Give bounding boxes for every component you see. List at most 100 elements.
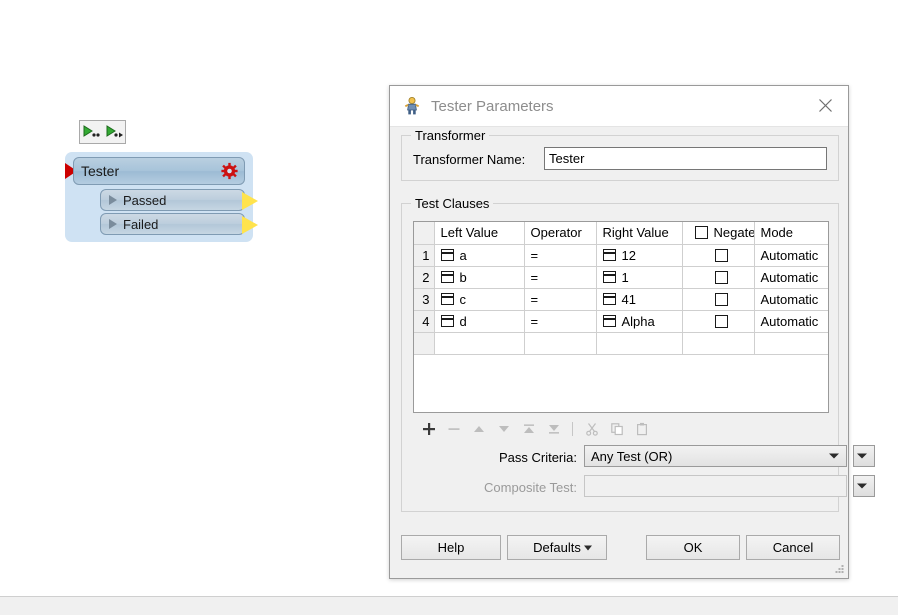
table-row[interactable]: 4 d = Alpha Automatic (414, 310, 828, 333)
move-row-down-button[interactable] (491, 418, 516, 440)
column-header-right-value[interactable]: Right Value (596, 222, 683, 245)
composite-test-label: Composite Test: (484, 480, 577, 495)
attribute-icon (440, 293, 454, 305)
table-row-toolbar[interactable] (416, 418, 816, 440)
row-number: 1 (414, 244, 435, 267)
cell-negate[interactable] (682, 288, 755, 311)
cell-operator[interactable]: = (524, 288, 597, 311)
cell-mode[interactable] (754, 332, 828, 355)
close-icon[interactable] (802, 86, 848, 125)
output-port-passed[interactable]: Passed (100, 189, 258, 211)
tester-parameters-dialog: Tester Parameters Transformer Transforme… (389, 85, 875, 579)
cell-negate[interactable] (682, 266, 755, 289)
run-from-here-icon[interactable] (105, 124, 123, 140)
cell-negate[interactable] (682, 332, 755, 355)
composite-test-menu-button[interactable] (853, 475, 875, 497)
remove-row-button[interactable] (441, 418, 466, 440)
cell-mode[interactable]: Automatic (754, 310, 828, 333)
cell-left-value[interactable]: d (434, 310, 525, 333)
cell-mode[interactable]: Automatic (754, 266, 828, 289)
attribute-icon (602, 315, 616, 327)
node-header[interactable]: Tester (73, 157, 245, 185)
node-hover-toolbar[interactable] (79, 120, 126, 144)
cell-left-value[interactable]: b (434, 266, 525, 289)
move-row-to-bottom-button[interactable] (541, 418, 566, 440)
run-to-here-icon[interactable] (82, 124, 100, 140)
transformer-group: Transformer Transformer Name: (401, 128, 839, 181)
transformer-name-input[interactable] (544, 147, 827, 170)
cell-mode[interactable]: Automatic (754, 244, 828, 267)
negate-select-all-checkbox[interactable] (694, 226, 708, 240)
cell-right-value-text: 1 (621, 269, 629, 285)
defaults-button[interactable]: Defaults (507, 535, 607, 560)
cancel-button[interactable]: Cancel (746, 535, 840, 560)
cell-left-value-text: a (459, 247, 467, 263)
cell-left-value[interactable] (434, 332, 525, 355)
table-row[interactable]: 1 a = 12 Automatic (414, 244, 828, 267)
cell-left-value-text: c (459, 291, 467, 307)
resize-grip-icon[interactable] (833, 563, 845, 575)
table-row[interactable]: 2 b = 1 Automatic (414, 266, 828, 289)
move-row-to-top-button[interactable] (516, 418, 541, 440)
pass-criteria-select[interactable]: Any Test (OR) (584, 445, 847, 467)
chevron-down-icon (584, 545, 592, 550)
attribute-icon (440, 315, 454, 327)
test-clauses-group-title: Test Clauses (411, 196, 494, 211)
cell-negate[interactable] (682, 244, 755, 267)
cell-left-value[interactable]: a (434, 244, 525, 267)
help-button[interactable]: Help (401, 535, 501, 560)
cell-negate[interactable] (682, 310, 755, 333)
transformer-name-label: Transformer Name: (413, 152, 526, 167)
table-row-empty[interactable] (414, 332, 828, 355)
ok-button[interactable]: OK (646, 535, 740, 560)
column-header-negate[interactable]: Negate (682, 222, 755, 245)
column-header-operator[interactable]: Operator (524, 222, 597, 245)
add-row-button[interactable] (416, 418, 441, 440)
transformer-figure-icon (402, 96, 422, 116)
gear-icon[interactable] (221, 162, 238, 180)
cell-operator[interactable]: = (524, 244, 597, 267)
test-clauses-group: Test Clauses Left Value Operator Right V… (401, 196, 875, 512)
cell-operator[interactable]: = (524, 310, 597, 333)
test-clauses-table[interactable]: Left Value Operator Right Value Negate M… (413, 221, 829, 413)
attribute-icon (440, 271, 454, 283)
output-arrow-icon[interactable] (242, 216, 258, 234)
column-header-left-value[interactable]: Left Value (434, 222, 525, 245)
chevron-down-icon (857, 453, 867, 459)
column-header-mode[interactable]: Mode (754, 222, 828, 245)
copy-button[interactable] (604, 418, 629, 440)
cell-right-value[interactable] (596, 332, 683, 355)
negate-checkbox[interactable] (714, 314, 728, 328)
column-header-negate-label: Negate (713, 225, 754, 241)
pass-criteria-menu-button[interactable] (853, 445, 875, 467)
move-row-up-button[interactable] (466, 418, 491, 440)
cell-operator[interactable] (524, 332, 597, 355)
composite-test-input (584, 475, 847, 497)
cell-right-value[interactable]: Alpha (596, 310, 683, 333)
dialog-title: Tester Parameters (431, 97, 554, 115)
cell-mode[interactable]: Automatic (754, 288, 828, 311)
port-triangle-icon (109, 219, 117, 229)
table-row[interactable]: 3 c = 41 Automatic (414, 288, 828, 311)
transformer-node-tester[interactable]: Tester Passed Failed (65, 152, 258, 242)
attribute-icon (602, 271, 616, 283)
cell-left-value[interactable]: c (434, 288, 525, 311)
cut-button[interactable] (579, 418, 604, 440)
dialog-titlebar[interactable]: Tester Parameters (390, 86, 848, 127)
chevron-down-icon (829, 453, 839, 459)
cell-right-value[interactable]: 12 (596, 244, 683, 267)
output-arrow-icon[interactable] (242, 192, 258, 210)
negate-checkbox[interactable] (714, 292, 728, 306)
dialog-footer: Help Defaults OK Cancel (390, 522, 848, 578)
negate-checkbox[interactable] (714, 270, 728, 284)
cell-operator[interactable]: = (524, 266, 597, 289)
paste-button[interactable] (629, 418, 654, 440)
table-header-row: Left Value Operator Right Value Negate M… (414, 222, 828, 245)
output-port-failed[interactable]: Failed (100, 213, 258, 235)
cell-left-value-text: d (459, 313, 467, 329)
output-port-label: Failed (123, 216, 159, 232)
cell-right-value[interactable]: 41 (596, 288, 683, 311)
cell-right-value[interactable]: 1 (596, 266, 683, 289)
output-port-label: Passed (123, 192, 167, 208)
negate-checkbox[interactable] (714, 248, 728, 262)
